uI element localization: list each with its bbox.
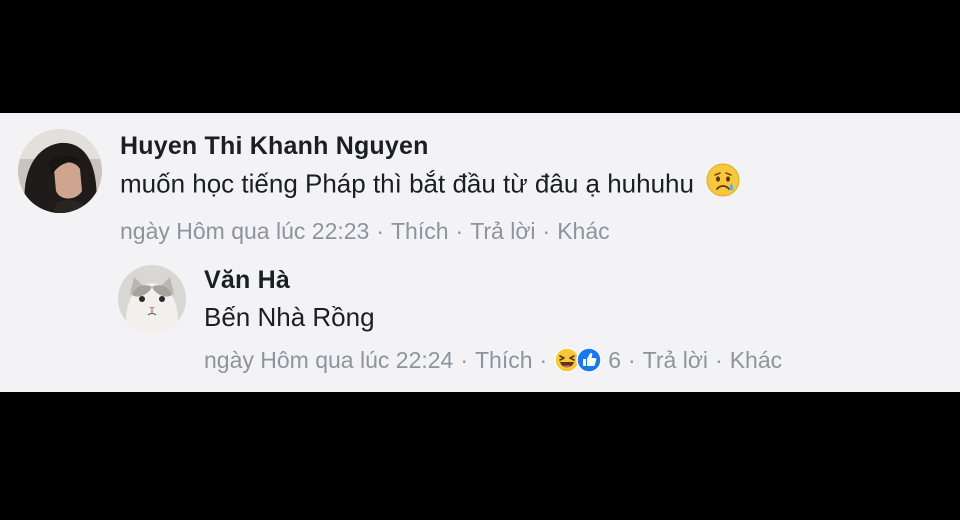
more-link[interactable]: Khác	[730, 343, 782, 377]
avatar[interactable]	[18, 129, 102, 213]
comment-body: Văn Hà Bến Nhà Rồng ngày Hôm qua lúc 22:…	[204, 263, 782, 377]
user-photo	[18, 129, 102, 213]
reply-link[interactable]: Trả lời	[470, 214, 535, 248]
avatar[interactable]	[118, 265, 186, 333]
reaction-count: 6	[608, 347, 621, 373]
comment-meta: ngày Hôm qua lúc 22:24 · Thích · 6 · Trả…	[204, 343, 782, 377]
comment-text-content: muốn học tiếng Pháp thì bắt đầu từ đâu ạ…	[120, 168, 694, 199]
comment-meta: ngày Hôm qua lúc 22:23 · Thích · Trả lời…	[120, 214, 740, 248]
like-link[interactable]: Thích	[475, 343, 533, 377]
comment-body: Huyen Thi Khanh Nguyen muốn học tiếng Ph…	[120, 129, 740, 248]
separator: ·	[542, 218, 551, 244]
cat-photo	[118, 265, 186, 333]
comment-thread: Huyen Thi Khanh Nguyen muốn học tiếng Ph…	[0, 113, 960, 392]
separator: ·	[715, 347, 723, 373]
sad-tear-emoji-icon	[706, 163, 740, 208]
separator: ·	[376, 218, 384, 244]
reply-link[interactable]: Trả lời	[643, 343, 708, 377]
like-link[interactable]: Thích	[391, 214, 449, 248]
reactions-summary[interactable]: 6	[554, 343, 621, 377]
timestamp[interactable]: ngày Hôm qua lúc 22:23	[120, 214, 369, 248]
author-name[interactable]: Huyen Thi Khanh Nguyen	[120, 129, 740, 163]
comment-text: Bến Nhà Rồng	[204, 302, 375, 332]
timestamp[interactable]: ngày Hôm qua lúc 22:24	[204, 343, 453, 377]
comment-text: muốn học tiếng Pháp thì bắt đầu từ đâu ạ…	[120, 163, 740, 208]
separator: ·	[628, 347, 636, 373]
author-name[interactable]: Văn Hà	[204, 263, 782, 297]
separator: ·	[455, 218, 464, 244]
like-reaction-icon	[576, 347, 602, 373]
more-link[interactable]: Khác	[557, 214, 609, 248]
separator: ·	[539, 347, 548, 373]
separator: ·	[460, 347, 468, 373]
